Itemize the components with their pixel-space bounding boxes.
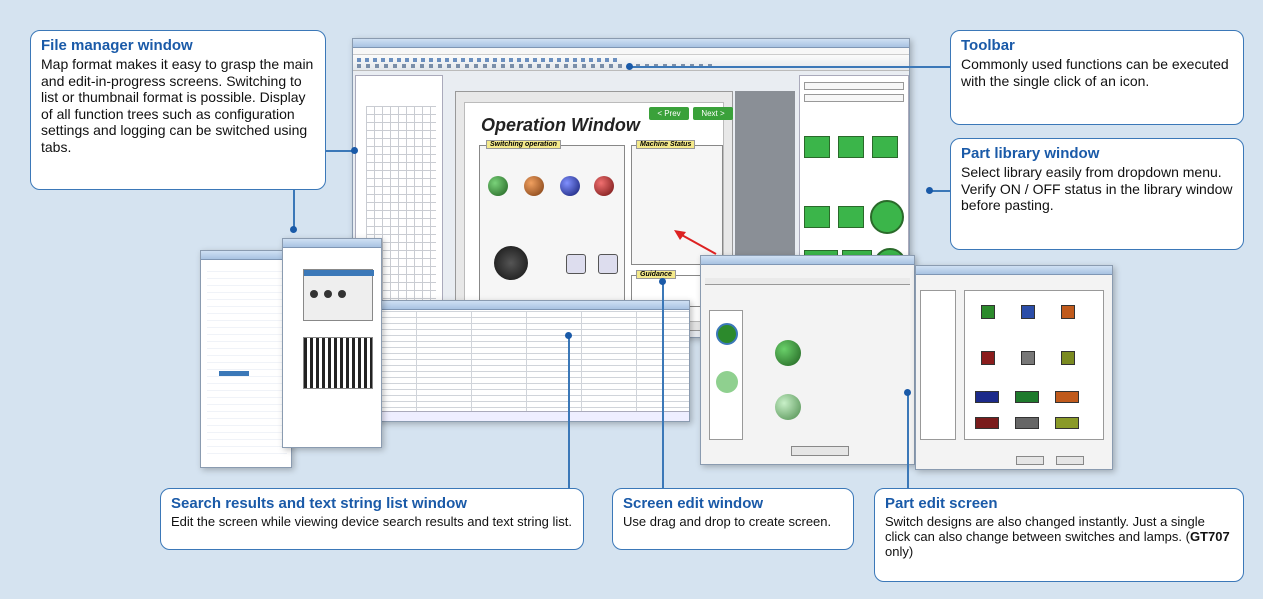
connector-screen-edit bbox=[662, 282, 664, 488]
connector-dot bbox=[351, 147, 358, 154]
callout-body: Map format makes it easy to grasp the ma… bbox=[41, 56, 314, 155]
file-manager-map-window[interactable] bbox=[282, 238, 382, 448]
change-button[interactable] bbox=[791, 446, 849, 456]
callout-search-results: Search results and text string list wind… bbox=[160, 488, 584, 550]
callout-title: Screen edit window bbox=[623, 495, 764, 512]
library-item[interactable] bbox=[838, 206, 864, 228]
menu-bar[interactable] bbox=[353, 48, 909, 55]
ok-button[interactable] bbox=[1016, 456, 1044, 465]
run-button[interactable] bbox=[566, 254, 586, 274]
connector-dot bbox=[904, 389, 911, 396]
switching-panel: Switching operation bbox=[479, 140, 625, 310]
stop-button[interactable] bbox=[598, 254, 618, 274]
callout-body: Commonly used functions can be executed … bbox=[961, 56, 1229, 89]
screen-edit-pane[interactable]: Operation Window < Prev Next > Switching… bbox=[455, 91, 733, 331]
main-titlebar bbox=[353, 39, 909, 48]
manual-lamp[interactable] bbox=[524, 176, 544, 196]
library-item[interactable] bbox=[804, 136, 830, 158]
callout-body: Switch designs are also changed instantl… bbox=[885, 514, 1233, 559]
search-tabs[interactable] bbox=[361, 411, 689, 421]
library-item[interactable] bbox=[804, 206, 830, 228]
callout-title: File manager window bbox=[41, 37, 193, 54]
connector-part-edit bbox=[907, 392, 909, 488]
lamp-list[interactable] bbox=[709, 310, 743, 440]
connector-part-library bbox=[930, 190, 950, 192]
connector-dot bbox=[626, 63, 633, 70]
lamp-preview-off bbox=[775, 340, 801, 366]
connector-file-manager bbox=[325, 150, 353, 152]
callout-body: Select library easily from dropdown menu… bbox=[961, 164, 1233, 213]
library-item[interactable] bbox=[872, 136, 898, 158]
guidance-label: Guidance bbox=[636, 270, 676, 279]
callout-body-model: GT707 bbox=[1189, 529, 1230, 544]
connector-dot bbox=[290, 226, 297, 233]
tree-selected-item[interactable] bbox=[219, 371, 249, 376]
library-item[interactable] bbox=[838, 136, 864, 158]
switch-dialog[interactable] bbox=[700, 255, 915, 465]
callout-toolbar: Toolbar Commonly used functions can be e… bbox=[950, 30, 1244, 125]
design-library-dialog[interactable] bbox=[915, 265, 1113, 470]
callout-body: Use drag and drop to create screen. bbox=[623, 514, 832, 529]
callout-screen-edit: Screen edit window Use drag and drop to … bbox=[612, 488, 854, 550]
selector-switch[interactable] bbox=[494, 246, 528, 280]
connector-dot bbox=[659, 278, 666, 285]
callout-body-pre: Switch designs are also changed instantl… bbox=[885, 514, 1205, 544]
connector-toolbar bbox=[632, 66, 950, 68]
operation-window-title: Operation Window bbox=[481, 115, 640, 135]
callout-title: Search results and text string list wind… bbox=[171, 495, 467, 512]
red-arrow-icon bbox=[674, 230, 717, 255]
lamp-preview-on bbox=[775, 394, 801, 420]
prev-button[interactable]: < Prev bbox=[649, 107, 689, 120]
stop-lamp[interactable] bbox=[594, 176, 614, 196]
machine-status-label: Machine Status bbox=[636, 140, 696, 149]
run-lamp[interactable] bbox=[560, 176, 580, 196]
callout-part-library: Part library window Select library easil… bbox=[950, 138, 1244, 250]
auto-lamp[interactable] bbox=[488, 176, 508, 196]
callout-title: Toolbar bbox=[961, 37, 1015, 54]
callout-body-post: only) bbox=[885, 544, 914, 559]
next-button[interactable]: Next > bbox=[693, 107, 733, 120]
callout-part-edit: Part edit screen Switch designs are also… bbox=[874, 488, 1244, 582]
callout-file-manager: File manager window Map format makes it … bbox=[30, 30, 326, 190]
switching-operation-label: Switching operation bbox=[486, 140, 561, 149]
search-results-window[interactable] bbox=[360, 300, 690, 422]
callout-title: Part edit screen bbox=[885, 495, 998, 512]
callout-title: Part library window bbox=[961, 145, 1100, 162]
callout-body: Edit the screen while viewing device sea… bbox=[171, 514, 573, 529]
screen-thumbnail-1[interactable] bbox=[303, 269, 374, 321]
file-manager-tree-window[interactable] bbox=[200, 250, 292, 468]
cancel-button[interactable] bbox=[1056, 456, 1084, 465]
screen-thumbnail-2[interactable] bbox=[303, 337, 373, 389]
connector-file-manager-2 bbox=[293, 190, 295, 230]
library-lamp[interactable] bbox=[870, 200, 904, 234]
dialog-tabs[interactable] bbox=[705, 278, 910, 285]
connector-dot bbox=[926, 187, 933, 194]
connector-dot bbox=[565, 332, 572, 339]
connector-search bbox=[568, 336, 570, 488]
